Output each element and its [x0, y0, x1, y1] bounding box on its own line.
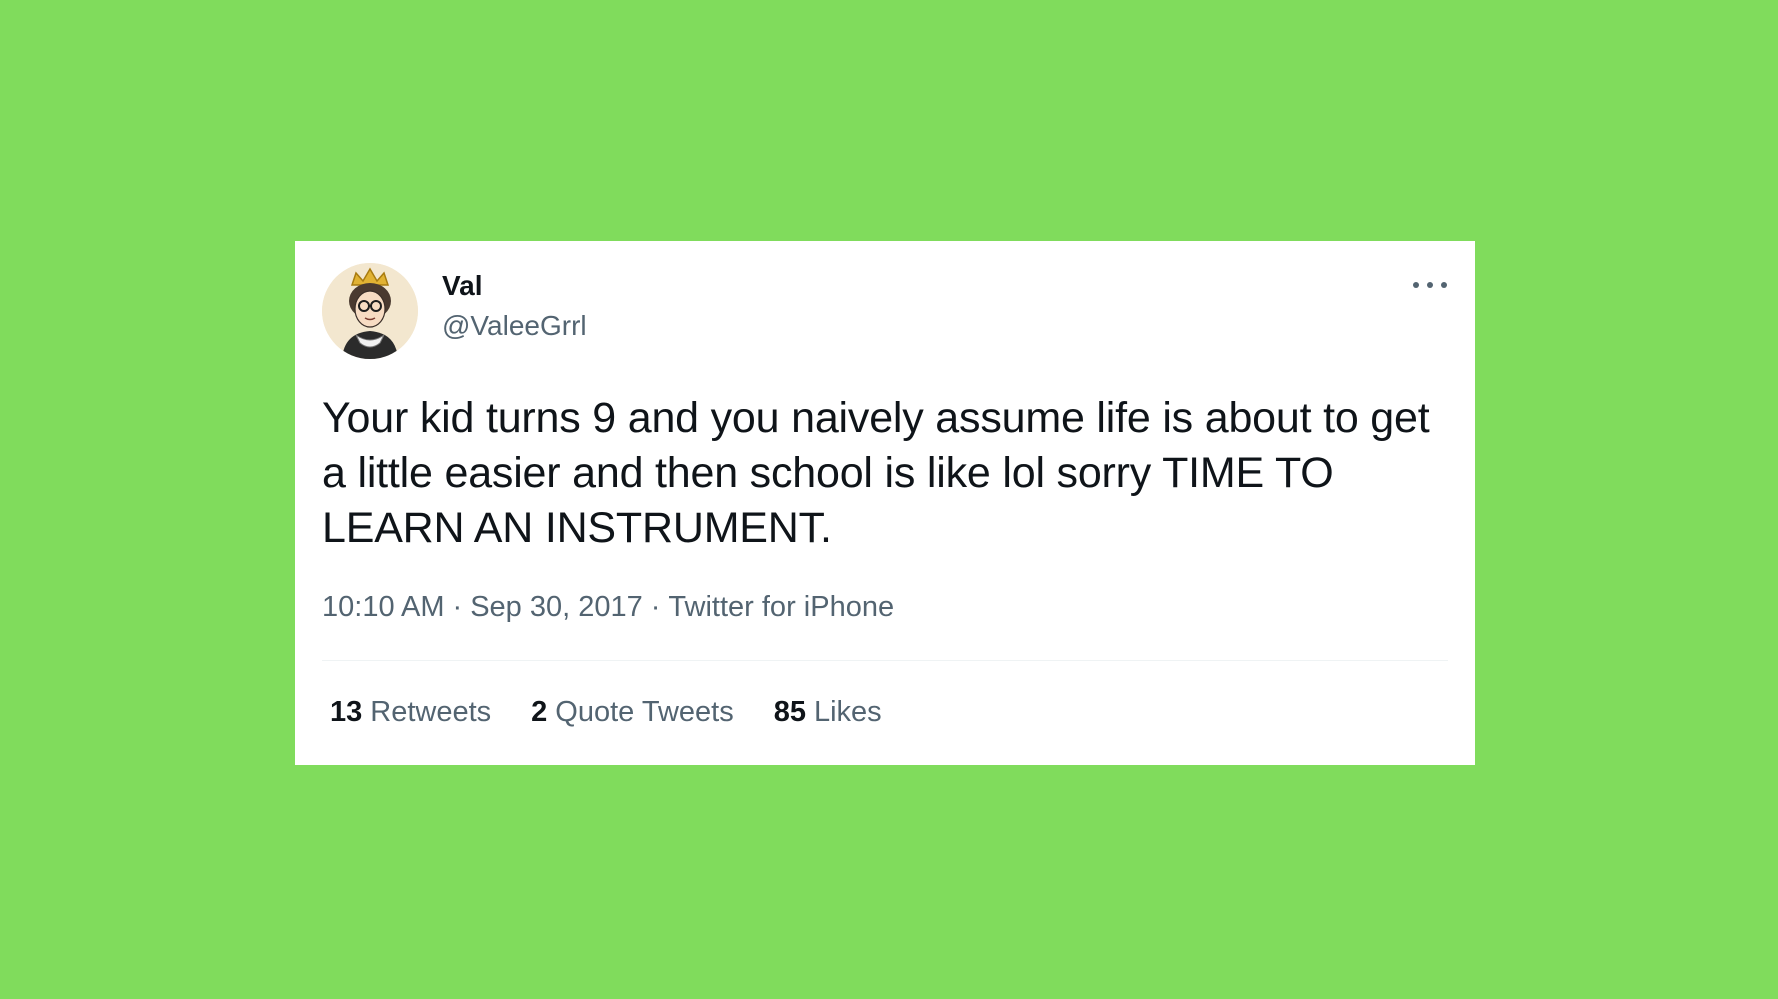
tweet-time[interactable]: 10:10 AM [322, 591, 445, 623]
retweets-stat[interactable]: 13 Retweets [330, 696, 491, 729]
more-dot [1413, 282, 1419, 288]
tweet-meta: 10:10 AM · Sep 30, 2017 · Twitter for iPhone [322, 591, 894, 624]
more-icon[interactable] [1413, 278, 1447, 292]
likes-label: Likes [813, 696, 882, 728]
quote-tweets-label: Quote Tweets [555, 696, 734, 728]
more-dot [1427, 282, 1433, 288]
more-dot [1441, 282, 1447, 288]
avatar[interactable] [322, 263, 418, 359]
avatar-portrait-icon [322, 263, 418, 359]
meta-separator: · [452, 591, 463, 623]
tweet-text: Your kid turns 9 and you naively assume … [322, 394, 1430, 552]
retweets-label: Retweets [370, 696, 492, 728]
quote-tweets-stat[interactable]: 2 Quote Tweets [531, 696, 734, 729]
tweet-card: Val @ValeeGrrl Your kid turns 9 and you … [295, 241, 1475, 765]
tweet-date[interactable]: Sep 30, 2017 [470, 591, 643, 623]
quote-tweets-count: 2 [531, 696, 548, 728]
likes-count: 85 [773, 696, 806, 728]
retweets-count: 13 [330, 696, 363, 728]
author-handle[interactable]: @ValeeGrrl [442, 310, 587, 342]
divider [322, 660, 1448, 661]
tweet-stats: 13 Retweets 2 Quote Tweets 85 Likes [330, 696, 882, 729]
author-name[interactable]: Val [442, 270, 482, 302]
tweet-source[interactable]: Twitter for iPhone [668, 591, 894, 623]
likes-stat[interactable]: 85 Likes [774, 696, 882, 729]
meta-separator: · [650, 591, 661, 623]
